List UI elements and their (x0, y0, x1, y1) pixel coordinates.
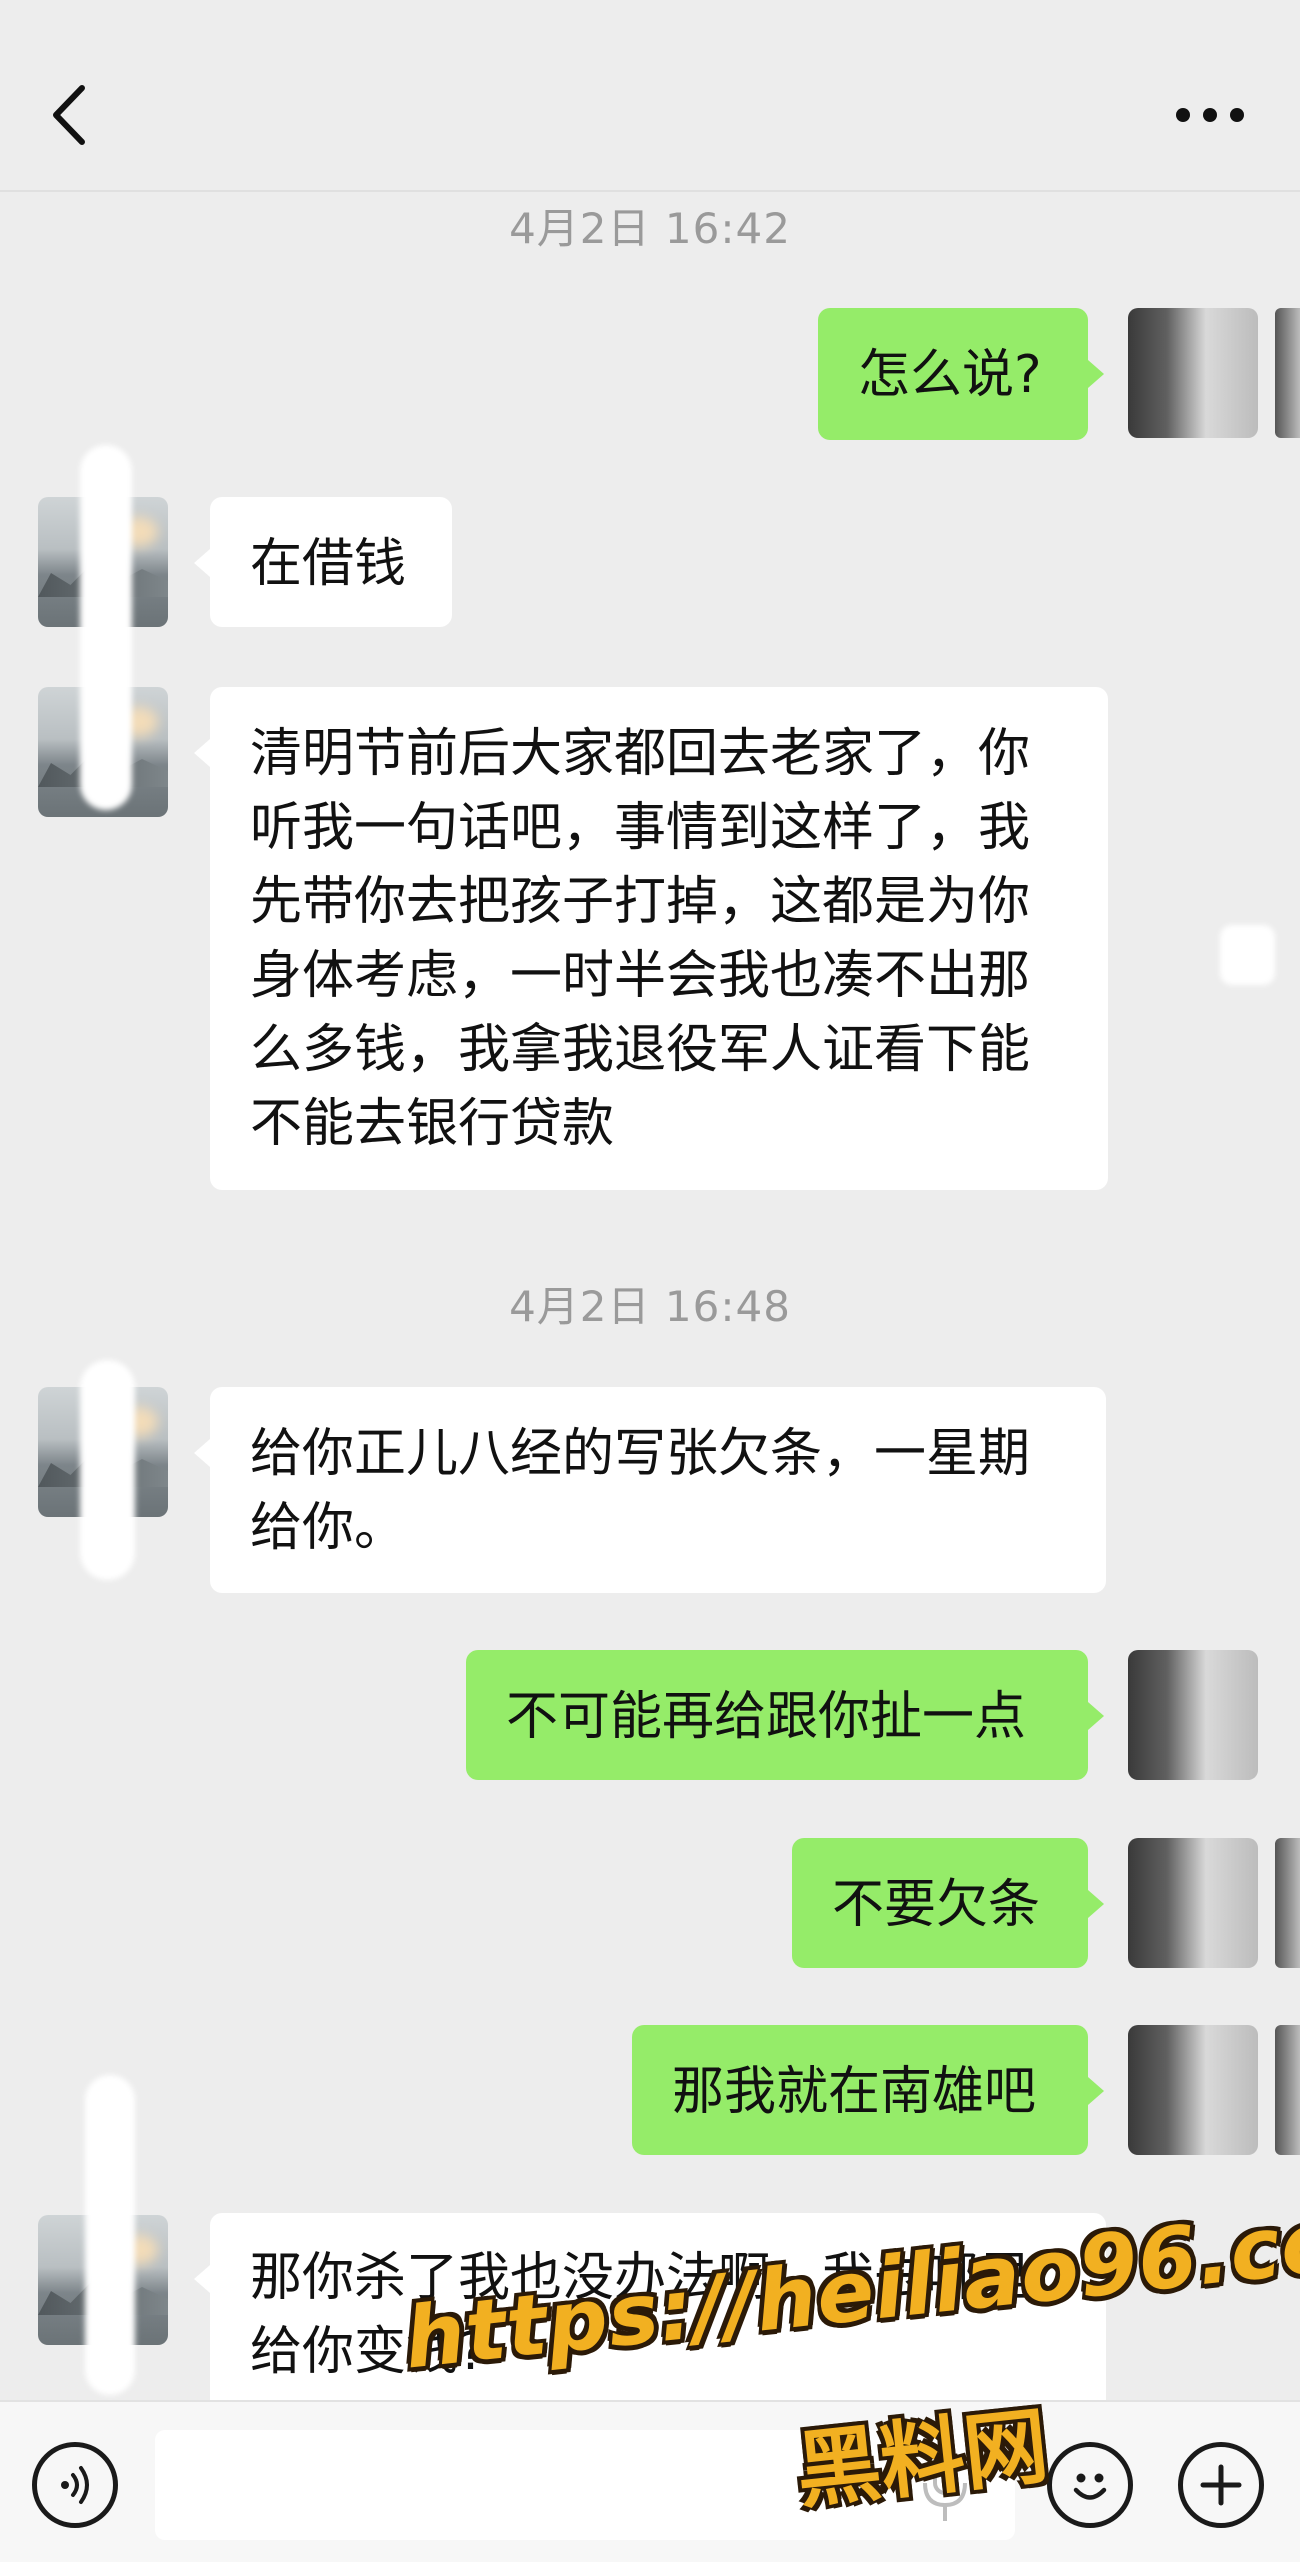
redaction-mark (80, 1360, 135, 1580)
voice-icon (61, 2466, 89, 2504)
more-functions-button[interactable] (1178, 2442, 1264, 2528)
redaction-mark (1220, 925, 1275, 985)
my-avatar[interactable] (1128, 1838, 1258, 1968)
sent-message-bubble[interactable]: 那我就在南雄吧 (632, 2025, 1104, 2155)
partial-avatar (1275, 1838, 1300, 1968)
emoji-button[interactable] (1047, 2442, 1133, 2528)
sent-message-bubble[interactable]: 不要欠条 (792, 1838, 1104, 1968)
chevron-left-icon (53, 85, 85, 145)
my-avatar[interactable] (1128, 1650, 1258, 1780)
received-message-bubble[interactable]: 在借钱 (194, 497, 452, 627)
received-message-bubble[interactable]: 给你正儿八经的写张欠条，一星期 给你。 (194, 1387, 1106, 1593)
redaction-mark (80, 445, 132, 810)
redaction-mark (85, 2075, 135, 2395)
sent-message-bubble[interactable]: 不可能再给跟你扯一点 (466, 1650, 1104, 1780)
message-timestamp: 4月2日 16:48 (509, 1282, 791, 1331)
sent-message-bubble[interactable]: 怎么说? (818, 308, 1104, 440)
plus-icon (1200, 2464, 1242, 2506)
chat-header (0, 0, 1300, 192)
received-message-bubble[interactable]: 清明节前后大家都回去老家了，你 听我一句话吧，事情到这样了，我 先带你去把孩子打… (194, 687, 1108, 1190)
partial-avatar (1275, 308, 1300, 438)
message-timestamp: 4月2日 16:42 (509, 204, 791, 253)
chat-input-bar (0, 2400, 1300, 2562)
voice-mode-button[interactable] (32, 2442, 118, 2528)
more-options-button[interactable] (1170, 90, 1250, 140)
my-avatar[interactable] (1128, 2025, 1258, 2155)
my-avatar[interactable] (1128, 308, 1258, 438)
emoji-icon (1073, 2473, 1107, 2500)
back-button[interactable] (40, 80, 100, 150)
ellipsis-icon (1176, 108, 1244, 122)
partial-avatar (1275, 2025, 1300, 2155)
